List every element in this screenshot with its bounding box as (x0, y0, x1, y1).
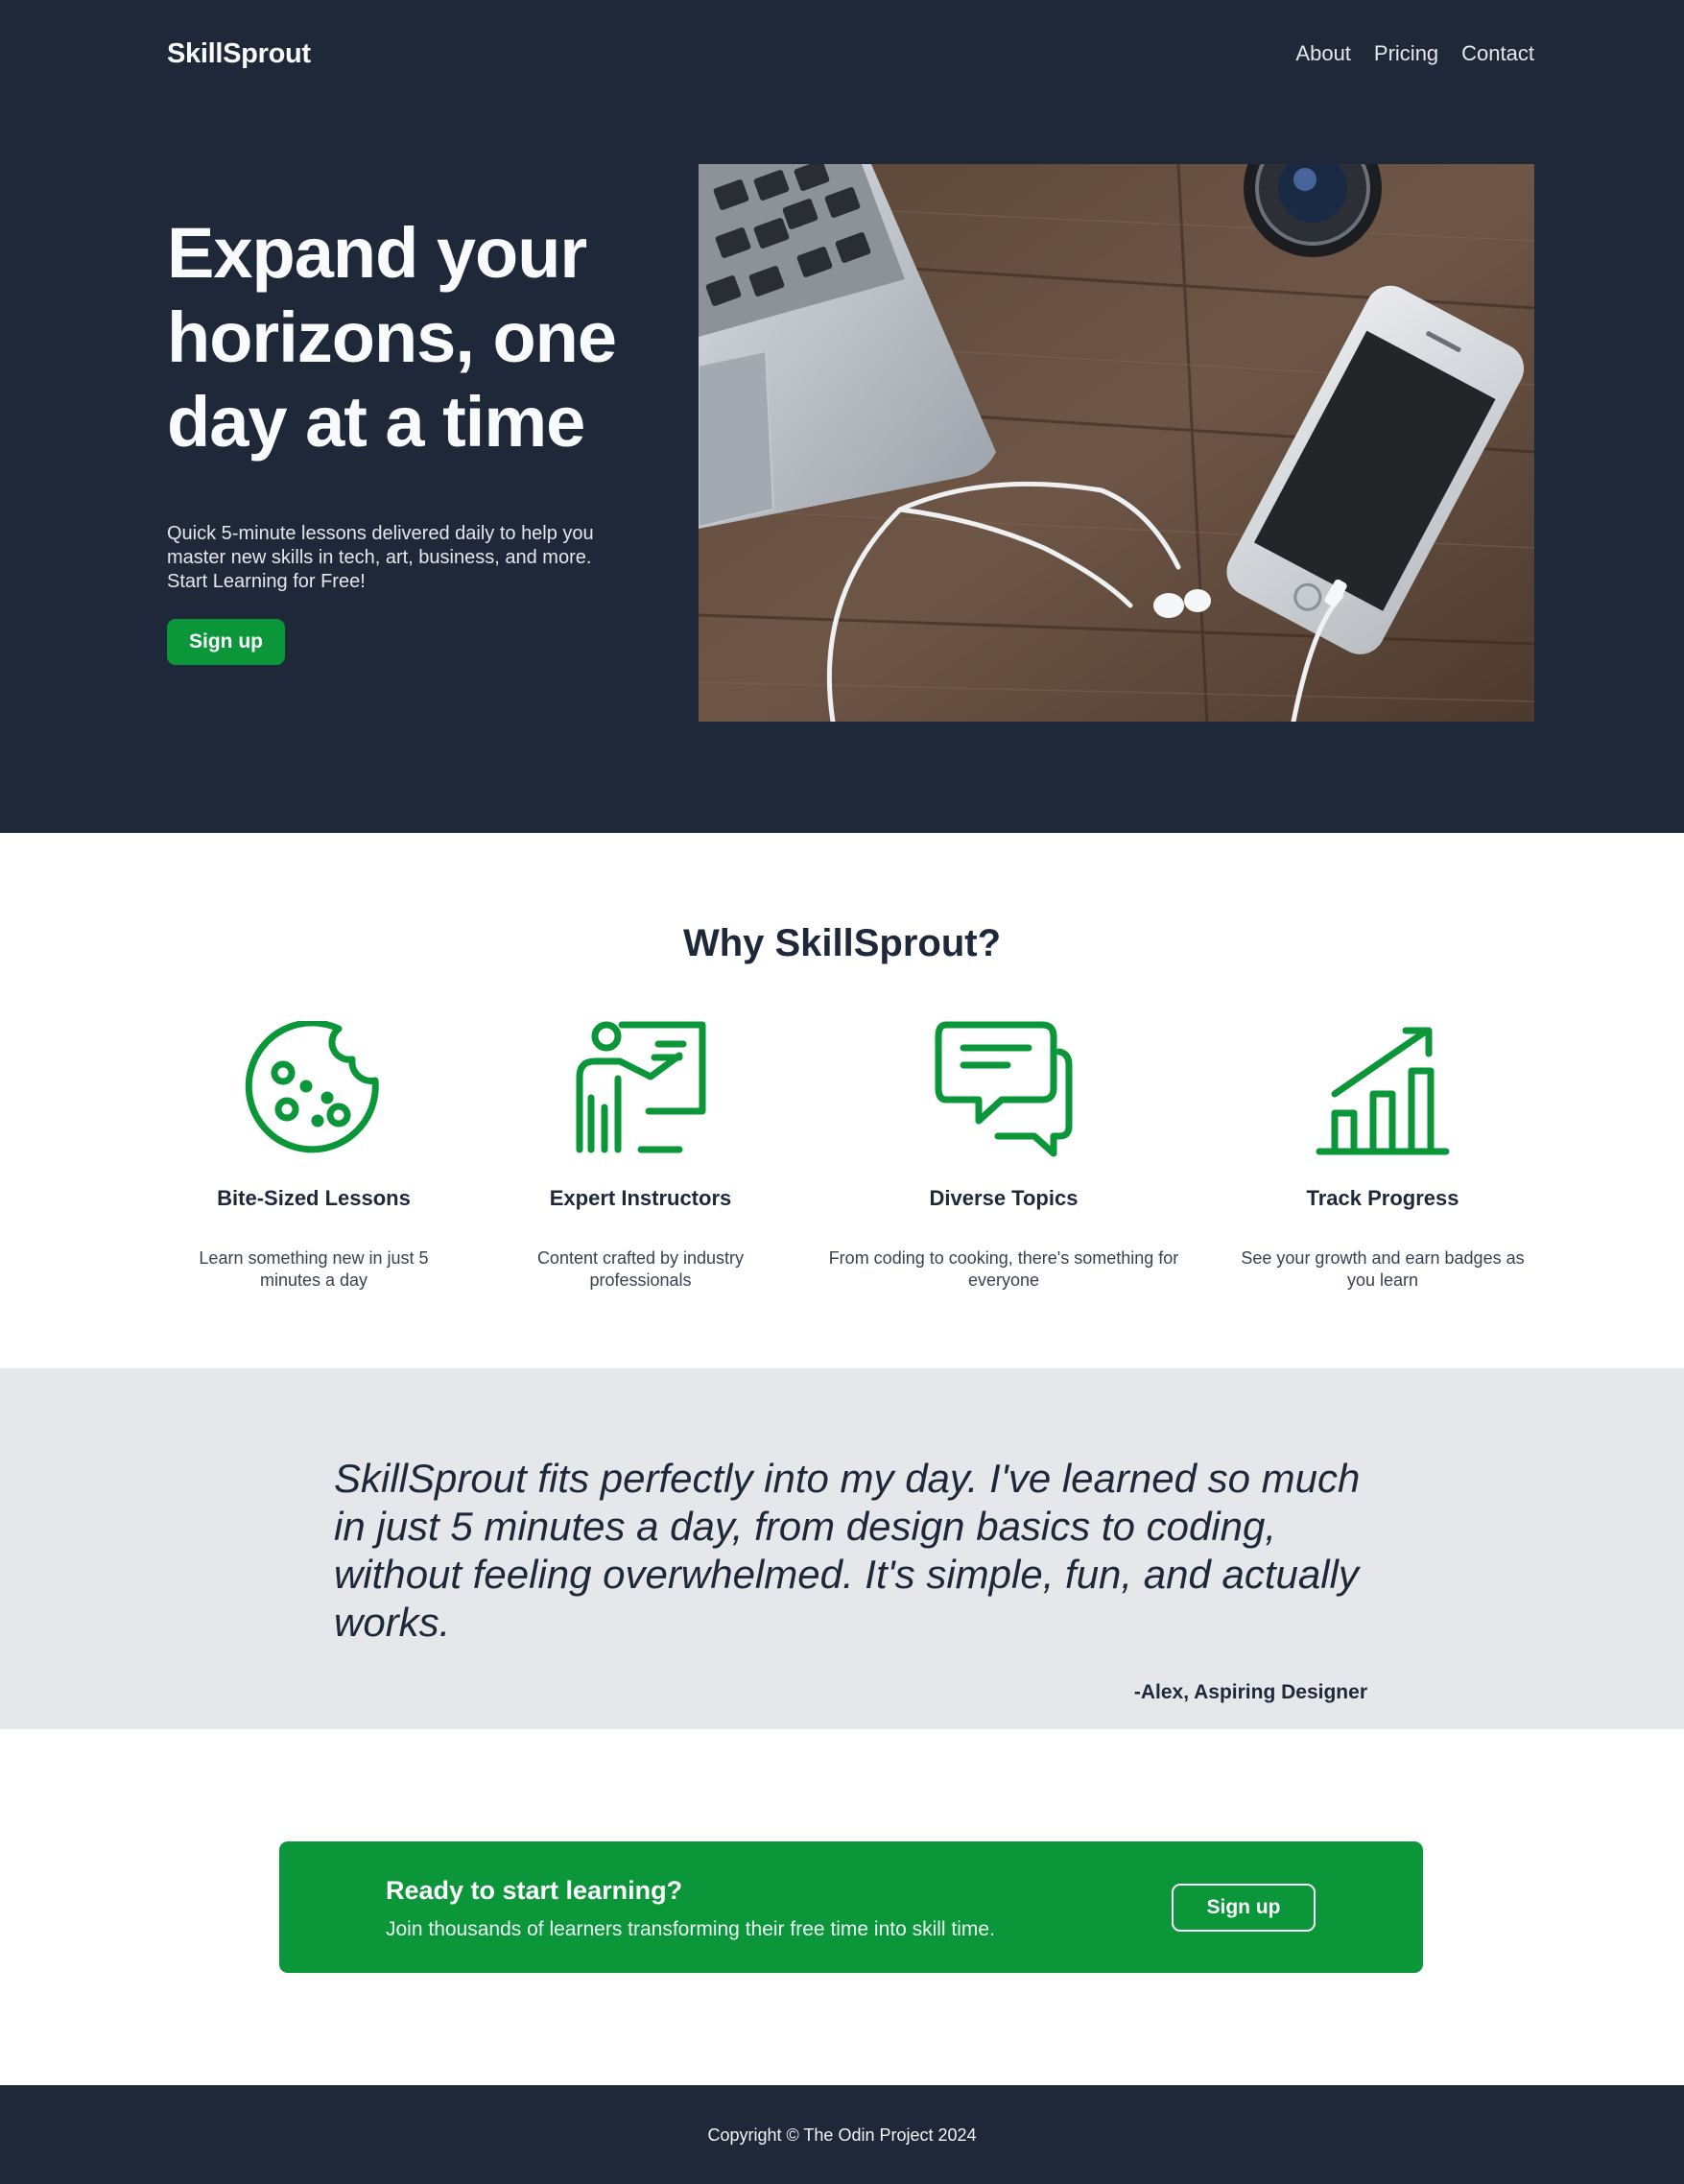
cta-section: Ready to start learning? Join thousands … (0, 1729, 1684, 2085)
feature-card-diverse: Diverse Topics From coding to cooking, t… (819, 1021, 1188, 1292)
hero-signup-button[interactable]: Sign up (167, 619, 285, 665)
testimonial-quote: SkillSprout fits perfectly into my day. … (334, 1456, 1361, 1645)
hero-image (699, 164, 1534, 722)
feature-card-bite-sized: Bite-Sized Lessons Learn something new i… (173, 1019, 455, 1292)
nav-link-contact[interactable]: Contact (1461, 41, 1534, 66)
features-title: Why SkillSprout? (682, 922, 1002, 964)
hero-subtitle: Quick 5-minute lessons delivered daily t… (167, 523, 594, 592)
feature-title: Track Progress (1306, 1186, 1459, 1210)
cta-heading: Ready to start learning? (386, 1876, 683, 1905)
hero-section: SkillSprout About Pricing Contact Expand… (0, 0, 1684, 833)
testimonial-section: SkillSprout fits perfectly into my day. … (0, 1368, 1684, 1729)
feature-description: From coding to cooking, there's somethin… (828, 1248, 1179, 1290)
cta-signup-button[interactable]: Sign up (1172, 1884, 1316, 1932)
testimonial-author: -Alex, Aspiring Designer (1133, 1681, 1367, 1703)
hero-title: Expand your horizons, one day at a time (167, 213, 617, 462)
chart-growth-icon (1314, 1021, 1452, 1159)
nav-link-pricing[interactable]: Pricing (1374, 41, 1438, 66)
feature-title: Bite-Sized Lessons (217, 1186, 411, 1210)
cta-text: Join thousands of learners transforming … (386, 1918, 995, 1940)
hero-text: Expand your horizons, one day at a time … (167, 211, 628, 665)
feature-title: Diverse Topics (929, 1186, 1079, 1210)
teacher-icon (572, 1021, 710, 1159)
footer: Copyright © The Odin Project 2024 (0, 2085, 1684, 2184)
site-logo[interactable]: SkillSprout (167, 38, 311, 70)
navbar: SkillSprout About Pricing Contact (167, 35, 1534, 73)
feature-description: See your growth and earn badges as you l… (1241, 1248, 1525, 1290)
feature-title: Expert Instructors (549, 1186, 732, 1210)
cookie-icon (245, 1019, 383, 1159)
cta-box: Ready to start learning? Join thousands … (279, 1841, 1423, 1973)
feature-card-progress: Track Progress See your growth and earn … (1234, 1021, 1531, 1292)
chat-icon (935, 1021, 1073, 1159)
nav-link-about[interactable]: About (1295, 41, 1351, 66)
nav-links: About Pricing Contact (1295, 41, 1534, 66)
feature-description: Learn something new in just 5 minutes a … (199, 1248, 429, 1290)
feature-card-expert: Expert Instructors Content crafted by in… (518, 1021, 763, 1292)
feature-description: Content crafted by industry professional… (536, 1248, 745, 1290)
footer-copyright: Copyright © The Odin Project 2024 (707, 2125, 977, 2145)
features-section: Why SkillSprout? Bite-Sized Lessons Lear… (0, 833, 1684, 1368)
